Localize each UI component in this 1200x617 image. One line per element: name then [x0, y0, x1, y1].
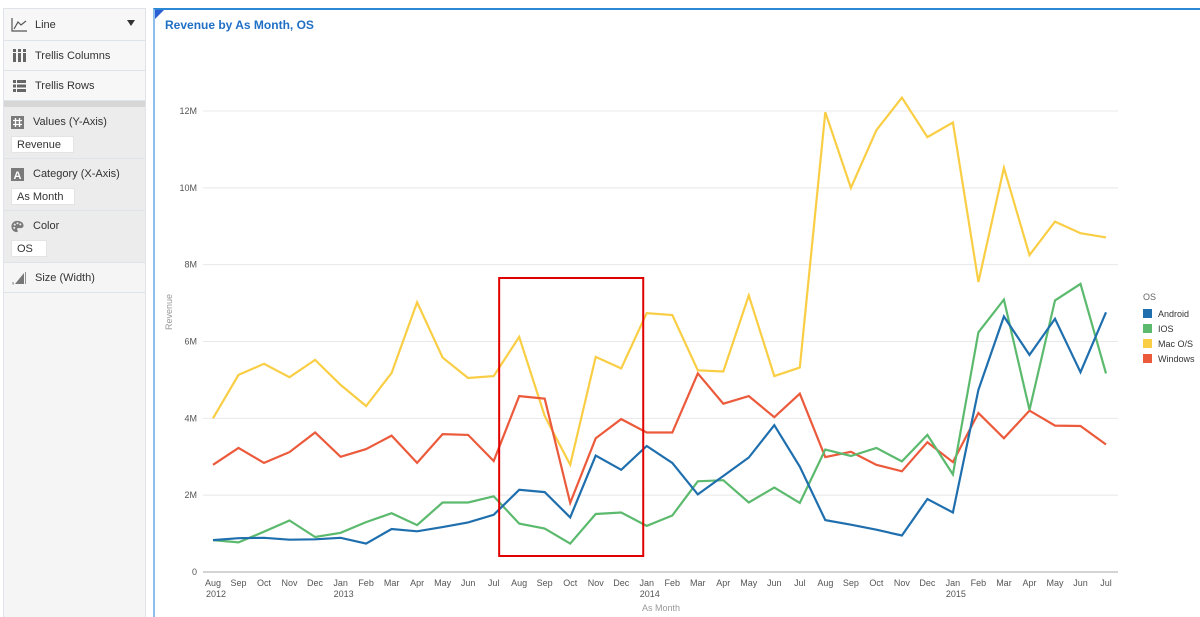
series-line-android[interactable]	[212, 311, 1108, 545]
legend-item[interactable]: Android	[1143, 306, 1195, 321]
x-tick-label: Oct	[563, 578, 578, 588]
x-tick-label: Nov	[588, 578, 605, 588]
x-tick-label: Jul	[794, 578, 806, 588]
series-line-windows[interactable]	[212, 371, 1107, 507]
x-tick-label: Jun	[461, 578, 476, 588]
legend-item[interactable]: Mac O/S	[1143, 336, 1195, 351]
series-line-ios[interactable]	[212, 282, 1108, 546]
line-chart: 02M4M6M8M10M12M Aug2012Sep Oct Nov Dec Jan20…	[164, 95, 1118, 613]
legend-item[interactable]: IOS	[1143, 321, 1195, 336]
x-year-label: 2015	[946, 589, 966, 599]
chart-legend: OS Android IOS Mac O/S Windows	[1143, 292, 1195, 366]
legend-label: Windows	[1158, 353, 1195, 364]
x-tick-label: May	[740, 578, 758, 588]
legend-swatch	[1143, 324, 1152, 333]
x-tick-label: May	[1046, 578, 1064, 588]
x-year-label: 2014	[640, 589, 660, 599]
legend-swatch	[1143, 354, 1152, 363]
x-tick-label: Sep	[843, 578, 859, 588]
y-axis-title: Revenue	[164, 294, 174, 330]
y-tick-label: 6M	[184, 337, 197, 347]
y-tick-label: 8M	[184, 260, 197, 270]
x-tick-label: Dec	[613, 578, 630, 588]
y-tick-label: 2M	[184, 490, 197, 500]
x-tick-label: Apr	[716, 578, 730, 588]
x-tick-label: Aug	[511, 578, 527, 588]
x-tick-label: Jan	[946, 578, 961, 588]
legend-label: Android	[1158, 308, 1190, 319]
legend-swatch	[1143, 309, 1152, 318]
x-tick-label: Jun	[1073, 578, 1088, 588]
x-tick-label: Sep	[537, 578, 553, 588]
x-tick-label: Jan	[639, 578, 654, 588]
legend-swatch	[1143, 339, 1152, 348]
series-line-mac-o-s[interactable]	[212, 95, 1107, 468]
x-tick-label: Jul	[488, 578, 500, 588]
x-tick-label: Feb	[664, 578, 680, 588]
x-year-label: 2013	[334, 589, 354, 599]
x-tick-label: Mar	[996, 578, 1012, 588]
x-tick-label: Dec	[919, 578, 936, 588]
x-tick-label: Nov	[282, 578, 299, 588]
x-tick-label: Feb	[971, 578, 987, 588]
x-tick-label: Apr	[410, 578, 424, 588]
legend-title: OS	[1143, 292, 1157, 302]
y-tick-label: 0	[192, 567, 197, 577]
x-tick-label: Aug	[817, 578, 833, 588]
x-tick-label: Jul	[1100, 578, 1112, 588]
legend-label: Mac O/S	[1158, 338, 1194, 349]
x-tick-label: Sep	[231, 578, 247, 588]
x-tick-label: Apr	[1022, 578, 1036, 588]
y-tick-label: 10M	[179, 183, 197, 193]
y-tick-label: 4M	[184, 413, 197, 423]
x-tick-label: Feb	[358, 578, 374, 588]
x-tick-label: Oct	[257, 578, 272, 588]
x-tick-label: Dec	[307, 578, 324, 588]
x-axis-title: As Month	[642, 603, 680, 613]
x-tick-label: Aug	[205, 578, 221, 588]
x-tick-label: Jan	[333, 578, 348, 588]
x-tick-label: Oct	[869, 578, 884, 588]
legend-item[interactable]: Windows	[1143, 351, 1195, 366]
x-tick-label: Mar	[384, 578, 400, 588]
x-tick-label: May	[434, 578, 452, 588]
y-tick-label: 12M	[179, 106, 197, 116]
legend-label: IOS	[1158, 323, 1174, 334]
x-tick-label: Nov	[894, 578, 911, 588]
x-year-label: 2012	[206, 589, 226, 599]
x-tick-label: Mar	[690, 578, 706, 588]
x-tick-label: Jun	[767, 578, 782, 588]
